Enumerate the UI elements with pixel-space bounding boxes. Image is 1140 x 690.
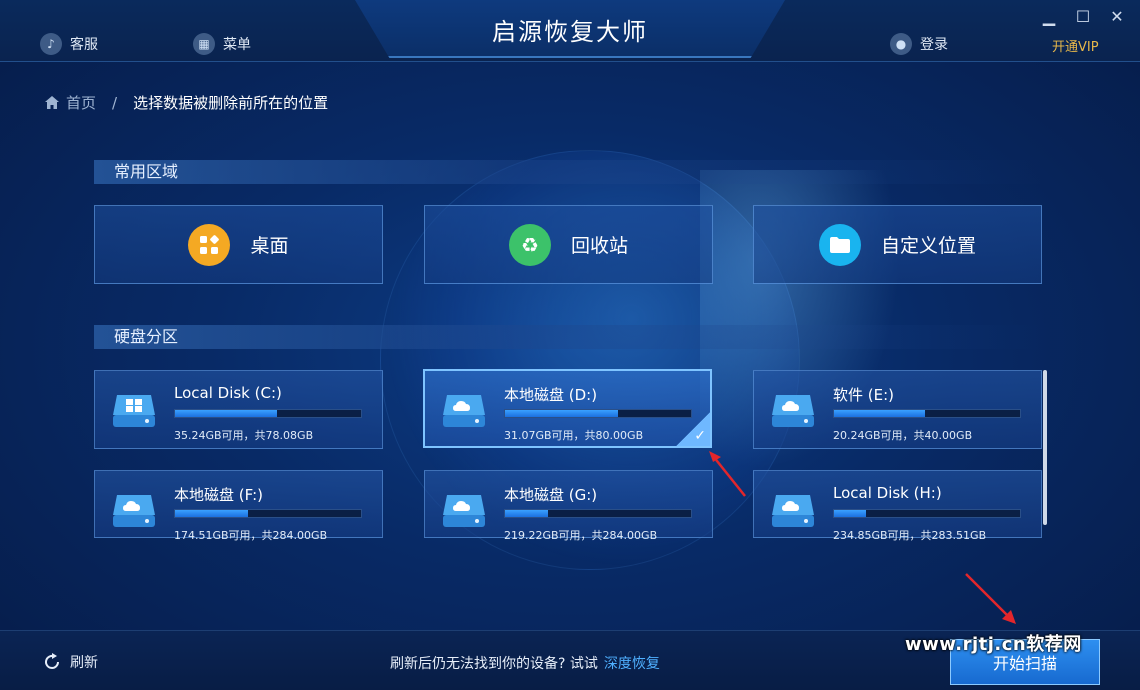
device-hint-text: 刷新后仍无法找到你的设备? 试试 [390,656,598,672]
disk-info: 234.85GB可用，共283.51GB [833,529,987,542]
breadcrumb-current: 选择数据被删除前所在的位置 [133,94,329,112]
maximize-icon[interactable]: ☐ [1072,6,1094,28]
menu-label: 菜单 [223,37,251,53]
disk-name: 本地磁盘 (G:) [504,486,598,504]
disk-usage-fill [175,510,248,517]
disk-list-scrollbar[interactable] [1043,370,1047,525]
cloud-disk-icon [772,495,814,527]
disk-usage-bar [504,509,692,518]
disk-f[interactable]: 本地磁盘 (F:) 174.51GB可用，共284.00GB [94,470,383,542]
disk-info: 20.24GB可用，共40.00GB [833,429,973,442]
user-icon: ● [890,33,912,55]
breadcrumb: 首页 / 选择数据被删除前所在的位置 [44,92,328,113]
disk-usage-bar [174,509,362,518]
refresh-button[interactable]: 刷新 [42,652,98,672]
recycle-icon: ♻ [508,223,551,266]
area-desktop[interactable]: 桌面 [94,205,383,284]
disk-d[interactable]: 本地磁盘 (D:) 31.07GB可用，共80.00GB ✓ [423,369,712,448]
customer-service-button[interactable]: ♪ 客服 [40,33,98,55]
disk-info: 174.51GB可用，共284.00GB [174,529,328,542]
disk-name: 本地磁盘 (D:) [504,386,598,404]
apps-icon [188,223,231,266]
cloud-disk-icon [113,495,155,527]
area-custom-location-label: 自定义位置 [880,235,976,257]
disk-usage-bar [174,409,362,418]
refresh-label: 刷新 [70,655,98,671]
folder-icon [818,223,861,266]
disk-name: 本地磁盘 (F:) [174,486,263,504]
disk-name: Local Disk (H:) [833,484,942,502]
cloud-disk-icon [772,395,814,427]
disk-usage-bar [504,409,692,418]
disk-e[interactable]: 软件 (E:) 20.24GB可用，共40.00GB [753,370,1042,449]
device-hint: 刷新后仍无法找到你的设备? 试试 深度恢复 [390,653,660,673]
disk-name: Local Disk (C:) [174,384,282,402]
breadcrumb-home[interactable]: 首页 [44,92,96,113]
breadcrumb-separator: / [112,93,118,112]
windows-disk-icon [113,395,155,427]
area-recycle-bin-label: 回收站 [570,235,628,257]
cloud-disk-icon [443,495,485,527]
disk-info: 31.07GB可用，共80.00GB [504,429,644,442]
disk-info: 35.24GB可用，共78.08GB [174,429,314,442]
disk-c[interactable]: Local Disk (C:) 35.24GB可用，共78.08GB [94,370,383,449]
area-desktop-label: 桌面 [250,235,289,257]
section-partitions: 硬盘分区 [94,325,1044,349]
annotation-arrow-scan [965,573,1016,624]
headset-icon: ♪ [40,33,62,55]
watermark: www.rjtj.cn软荐网 [905,634,1082,655]
breadcrumb-home-label: 首页 [66,94,97,112]
section-common-areas: 常用区域 [94,160,1044,184]
refresh-icon [45,653,59,669]
cloud-disk-icon [443,395,485,427]
home-icon [45,96,59,109]
login-button[interactable]: ● 登录 [890,33,948,55]
disk-usage-bar [833,509,1021,518]
disk-usage-fill [505,510,548,517]
disk-info: 219.22GB可用，共284.00GB [504,529,658,542]
disk-h[interactable]: Local Disk (H:) 234.85GB可用，共283.51GB [753,470,1042,542]
disk-usage-fill [505,410,619,417]
disk-g[interactable]: 本地磁盘 (G:) 219.22GB可用，共284.00GB [424,470,713,542]
disk-usage-fill [834,510,866,517]
menu-button[interactable]: ▦ 菜单 [193,33,251,55]
customer-service-label: 客服 [70,37,98,53]
disk-usage-fill [175,410,278,417]
close-icon[interactable]: ✕ [1106,6,1128,28]
disk-usage-fill [834,410,926,417]
checkmark-icon: ✓ [694,428,706,444]
area-recycle-bin[interactable]: ♻ 回收站 [424,205,713,284]
title-bar: 启源恢复大师 ♪ 客服 ▦ 菜单 ● 登录 开通VIP ▁ ☐ ✕ [0,0,1140,62]
minimize-icon[interactable]: ▁ [1038,6,1060,28]
vip-button[interactable]: 开通VIP [1052,36,1099,55]
grid-menu-icon: ▦ [193,33,215,55]
app-title: 启源恢复大师 [492,18,648,46]
disk-usage-bar [833,409,1021,418]
area-custom-location[interactable]: 自定义位置 [753,205,1042,284]
login-label: 登录 [920,37,948,53]
disk-name: 软件 (E:) [833,386,895,404]
deep-recovery-link[interactable]: 深度恢复 [604,656,660,672]
